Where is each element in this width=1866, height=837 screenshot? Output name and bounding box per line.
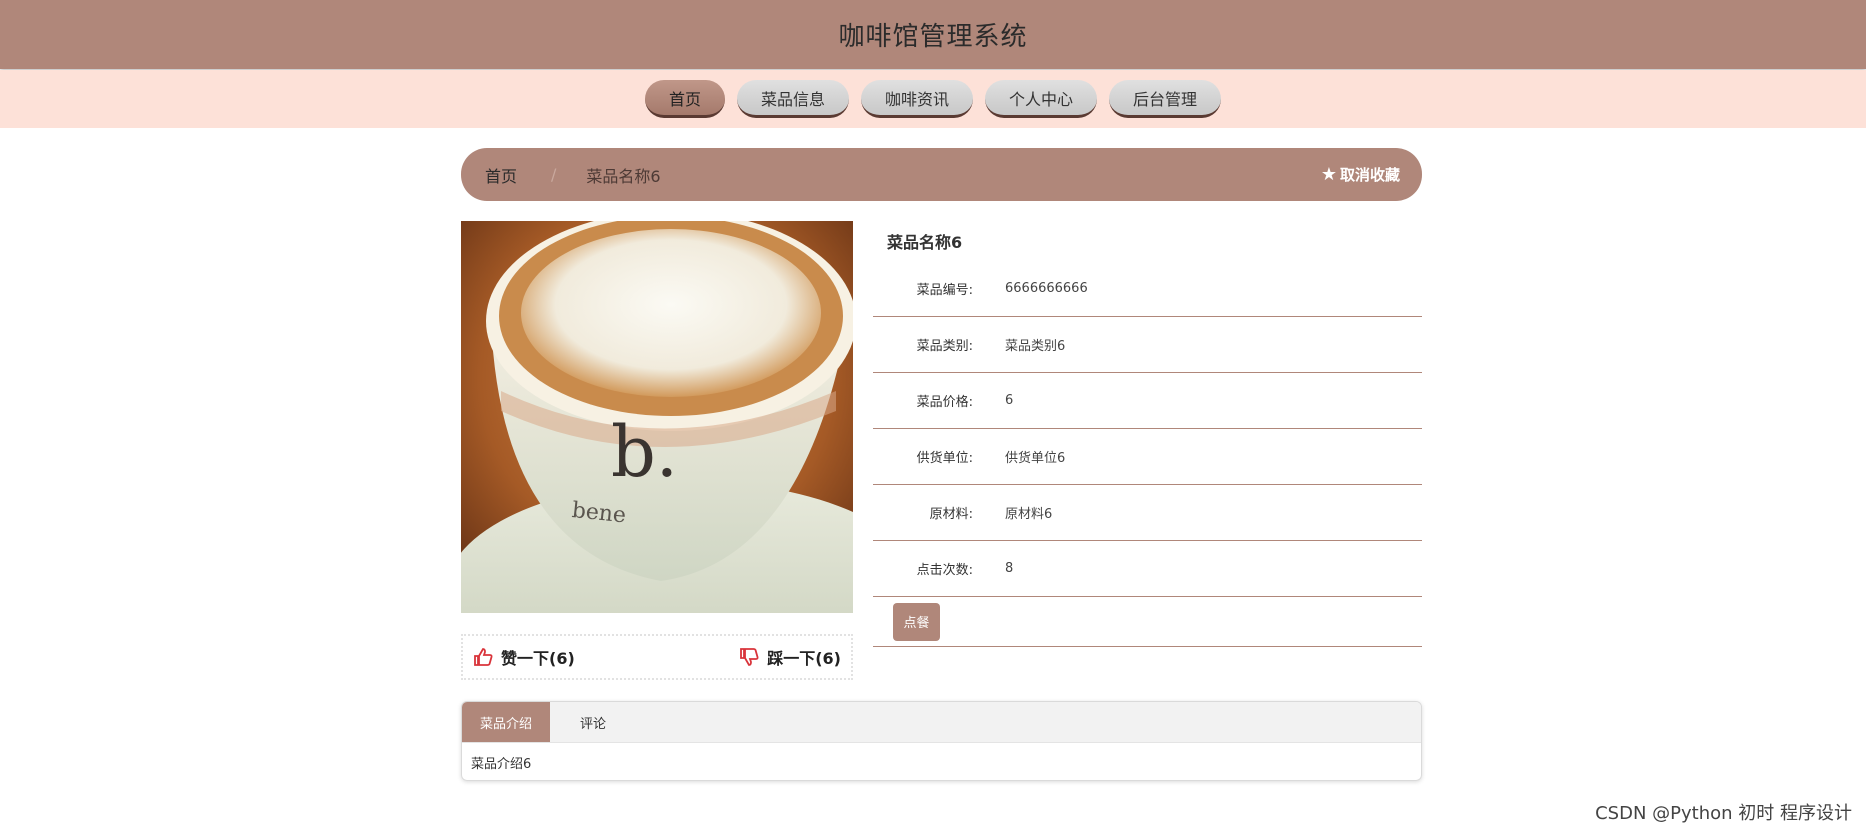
vote-box: 赞一下(6) 踩一下(6)	[461, 634, 853, 680]
field-label: 原材料:	[929, 507, 973, 522]
thumbs-up-icon	[474, 648, 493, 666]
header-bar: 咖啡馆管理系统	[0, 0, 1866, 69]
watermark: CSDN @Python 初时 程序设计	[1595, 803, 1852, 824]
info-row-price: 菜品价格: 6	[873, 373, 1422, 429]
field-value: 6	[1005, 393, 1014, 408]
order-button[interactable]: 点餐	[893, 602, 940, 641]
nav-item-admin[interactable]: 后台管理	[1109, 80, 1222, 118]
info-row-code: 菜品编号: 6666666666	[873, 261, 1422, 317]
thumbs-down-icon	[740, 648, 759, 666]
dislike-label: 踩一下(6)	[767, 649, 841, 668]
dislike-button[interactable]: 踩一下(6)	[739, 645, 841, 669]
field-label: 菜品编号:	[916, 283, 973, 298]
field-label: 菜品价格:	[916, 395, 973, 410]
nav-item-coffee-news[interactable]: 咖啡资讯	[860, 80, 973, 118]
info-row-ingredients: 原材料: 原材料6	[873, 485, 1422, 541]
field-label: 供货单位:	[916, 451, 973, 466]
field-label: 点击次数:	[916, 563, 973, 578]
breadcrumb: 首页 / 菜品名称6 ★ 取消收藏	[461, 148, 1422, 201]
breadcrumb-current: 菜品名称6	[586, 166, 661, 186]
tab-header: 菜品介绍 评论	[462, 702, 1421, 743]
tab-description[interactable]: 菜品介绍	[462, 702, 551, 742]
like-button[interactable]: 赞一下(6)	[473, 645, 575, 669]
order-row: 点餐	[873, 597, 1422, 647]
star-icon: ★	[1320, 164, 1337, 185]
svg-text:b.: b.	[611, 411, 678, 493]
like-label: 赞一下(6)	[501, 649, 575, 668]
product-info: 菜品名称6 菜品编号: 6666666666 菜品类别: 菜品类别6 菜品价格:…	[873, 221, 1422, 647]
field-value: 菜品类别6	[1005, 339, 1066, 354]
nav-item-personal-center[interactable]: 个人中心	[985, 80, 1098, 118]
info-row-supplier: 供货单位: 供货单位6	[873, 429, 1422, 485]
field-value: 原材料6	[1005, 507, 1053, 522]
nav-item-dishes[interactable]: 菜品信息	[736, 80, 849, 118]
coffee-cup-image: b. bene	[461, 221, 853, 613]
product-name: 菜品名称6	[887, 233, 963, 252]
unfavorite-button[interactable]: ★ 取消收藏	[1321, 164, 1400, 185]
field-label: 菜品类别:	[916, 339, 973, 354]
nav-item-home[interactable]: 首页	[644, 80, 725, 118]
detail-tabs: 菜品介绍 评论 菜品介绍6	[461, 701, 1422, 781]
info-row-category: 菜品类别: 菜品类别6	[873, 317, 1422, 373]
app-title: 咖啡馆管理系统	[838, 22, 1028, 52]
breadcrumb-separator: /	[551, 165, 557, 184]
field-value: 供货单位6	[1005, 451, 1066, 466]
info-row-clicks: 点击次数: 8	[873, 541, 1422, 597]
main-nav: 首页 菜品信息 咖啡资讯 个人中心 后台管理	[0, 70, 1866, 128]
tab-comments[interactable]: 评论	[550, 702, 636, 742]
field-value: 8	[1005, 561, 1014, 576]
unfavorite-label: 取消收藏	[1339, 166, 1400, 184]
tab-content: 菜品介绍6	[471, 757, 532, 772]
breadcrumb-home-link[interactable]: 首页	[485, 163, 517, 187]
field-value: 6666666666	[1005, 281, 1088, 296]
product-image: b. bene	[461, 221, 853, 613]
